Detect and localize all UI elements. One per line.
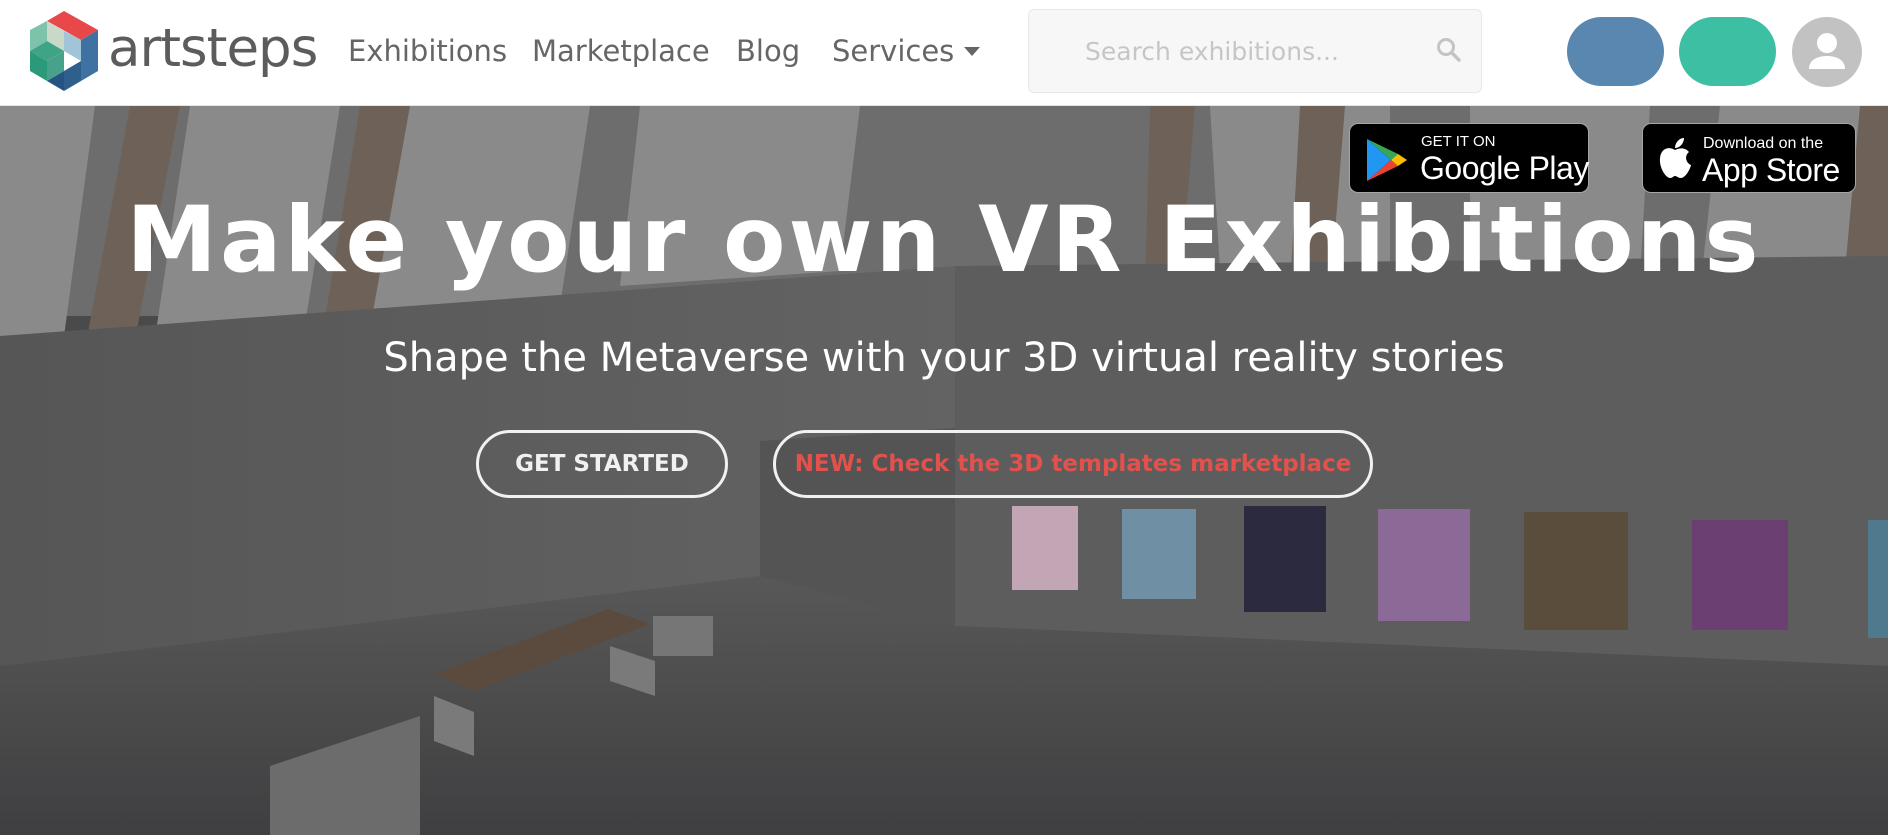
search-input[interactable]	[1029, 10, 1481, 92]
search-box	[1028, 9, 1482, 93]
search-icon[interactable]	[1435, 36, 1463, 64]
nav-marketplace[interactable]: Marketplace	[532, 30, 710, 72]
hero-subtitle: Shape the Metaverse with your 3D virtual…	[383, 335, 1505, 381]
nav-blog[interactable]: Blog	[736, 30, 800, 72]
google-play-badge[interactable]: GET IT ON Google Play	[1349, 123, 1589, 193]
google-play-small-text: GET IT ON	[1421, 133, 1496, 150]
templates-marketplace-button[interactable]: NEW: Check the 3D templates marketplace	[773, 430, 1373, 498]
brand-name: artsteps	[108, 18, 318, 79]
google-play-big-text: Google Play	[1420, 150, 1589, 186]
signup-button[interactable]	[1679, 17, 1776, 86]
apple-icon	[1659, 138, 1691, 178]
nav-services-dropdown[interactable]: Services	[832, 30, 981, 72]
site-header: artsteps Exhibitions Marketplace Blog Se…	[0, 0, 1888, 106]
hero-section: GET IT ON Google Play Download on the Ap…	[0, 106, 1888, 835]
brand-logo[interactable]: artsteps	[24, 9, 318, 91]
google-play-icon	[1367, 139, 1407, 181]
chevron-down-icon	[964, 46, 981, 56]
artsteps-logo-icon	[30, 11, 98, 91]
user-icon	[1809, 33, 1845, 69]
app-store-small-text: Download on the	[1703, 135, 1824, 152]
app-store-badge[interactable]: Download on the App Store	[1642, 123, 1856, 193]
hero-title: Make your own VR Exhibitions	[126, 188, 1762, 293]
app-store-big-text: App Store	[1702, 152, 1840, 188]
nav-exhibitions[interactable]: Exhibitions	[348, 30, 507, 72]
login-button[interactable]	[1567, 17, 1664, 86]
get-started-button[interactable]: GET STARTED	[476, 430, 728, 498]
user-avatar[interactable]	[1792, 17, 1862, 87]
nav-services-label: Services	[832, 34, 955, 68]
